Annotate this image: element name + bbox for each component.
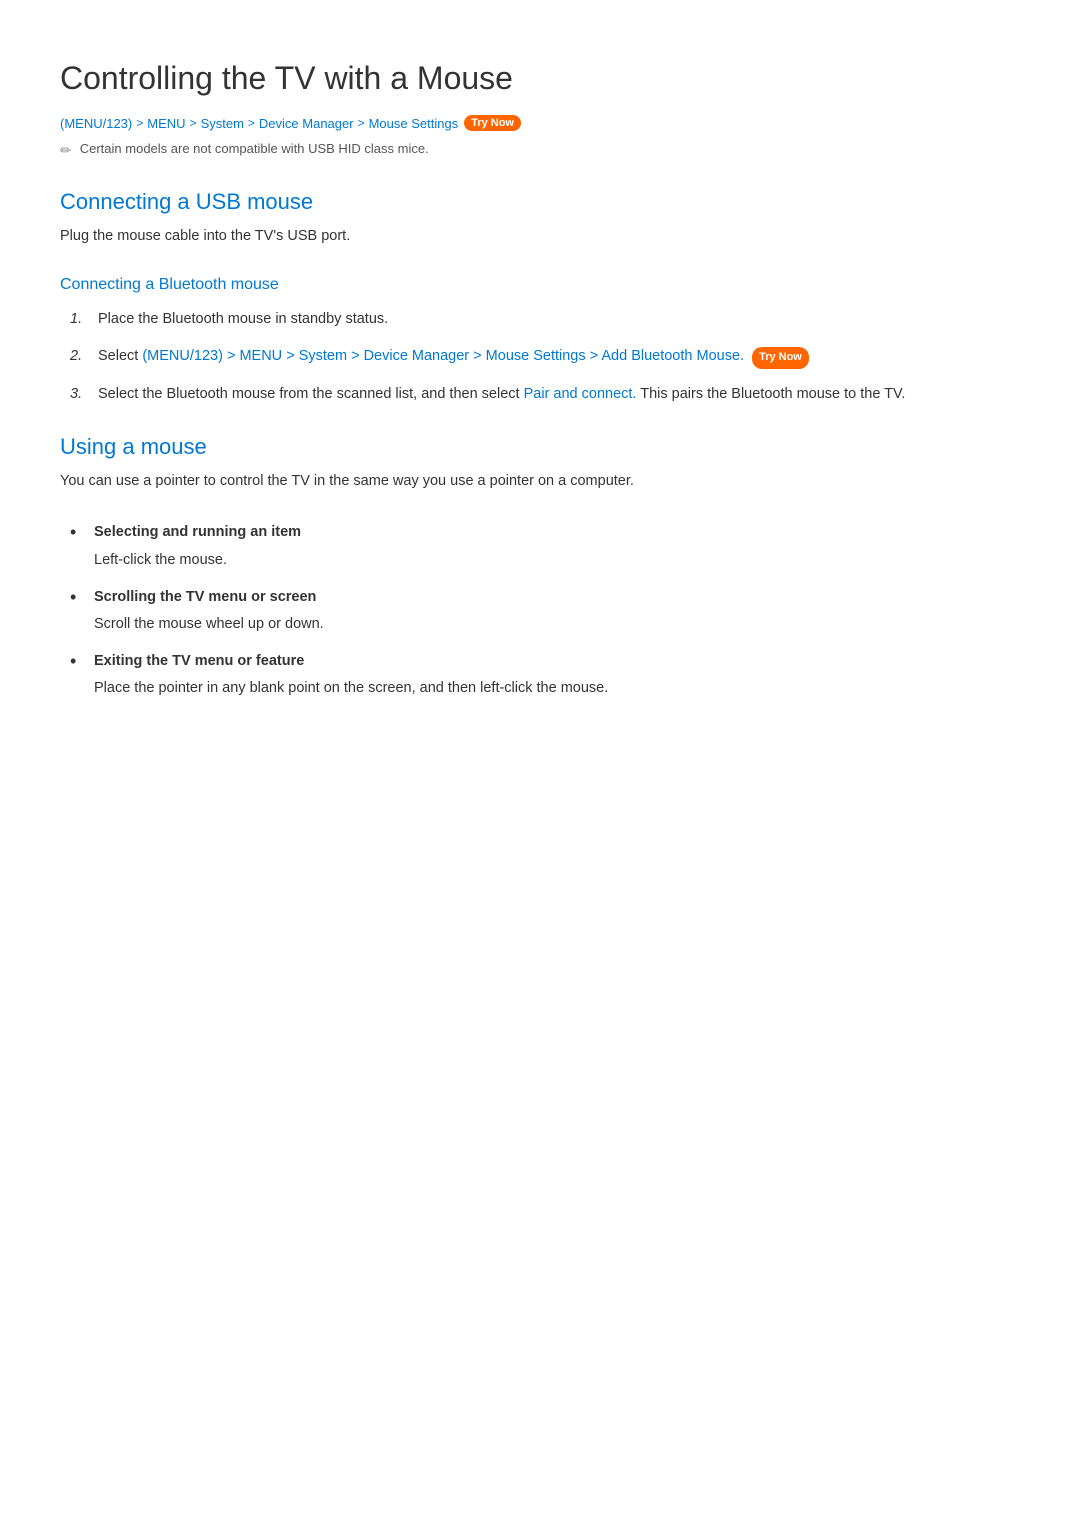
step-2-menu123: (MENU/123)	[142, 348, 223, 364]
step-3-content: Select the Bluetooth mouse from the scan…	[98, 383, 905, 406]
step-2-menu: MENU	[239, 348, 282, 364]
step-2-device-manager: Device Manager	[364, 348, 470, 364]
step-2-sep4: >	[473, 348, 486, 364]
step-2-sep2: >	[286, 348, 299, 364]
step-3-pair-connect: Pair and connect.	[524, 386, 637, 402]
breadcrumb-sep2: >	[190, 116, 197, 130]
step-number-2: 2.	[70, 345, 88, 368]
breadcrumb-menu123: (MENU/123)	[60, 116, 132, 131]
using-bullet-3-bold: Exiting the TV menu or feature	[94, 650, 608, 673]
step-number-3: 3.	[70, 383, 88, 406]
step-3-suffix: This pairs the Bluetooth mouse to the TV…	[636, 386, 905, 402]
using-bullet-1-text: Left-click the mouse.	[94, 549, 301, 572]
usb-section-body: Plug the mouse cable into the TV's USB p…	[60, 225, 1020, 248]
usb-section-title: Connecting a USB mouse	[60, 189, 1020, 215]
note-line: ✏ Certain models are not compatible with…	[60, 141, 1020, 159]
note-text: Certain models are not compatible with U…	[80, 141, 429, 156]
step-number-1: 1.	[70, 308, 88, 331]
using-bullets-list: • Selecting and running an item Left-cli…	[60, 521, 1020, 700]
try-now-badge[interactable]: Try Now	[464, 115, 521, 131]
using-section-title: Using a mouse	[60, 434, 1020, 460]
step-2-add-bluetooth: Add Bluetooth Mouse.	[601, 348, 744, 364]
pencil-icon: ✏	[60, 142, 72, 159]
bluetooth-section-title: Connecting a Bluetooth mouse	[60, 276, 1020, 294]
bluetooth-steps-list: 1. Place the Bluetooth mouse in standby …	[60, 308, 1020, 406]
step-2-system: System	[299, 348, 347, 364]
breadcrumb-menu: MENU	[147, 116, 185, 131]
page-title: Controlling the TV with a Mouse	[60, 60, 1020, 97]
using-bullet-1-bold: Selecting and running an item	[94, 521, 301, 544]
step-2-content: Select (MENU/123) > MENU > System > Devi…	[98, 345, 809, 369]
using-bullet-3: • Exiting the TV menu or feature Place t…	[70, 650, 1020, 700]
breadcrumb: (MENU/123) > MENU > System > Device Mana…	[60, 115, 1020, 131]
breadcrumb-sep3: >	[248, 116, 255, 130]
bluetooth-step-1: 1. Place the Bluetooth mouse in standby …	[70, 308, 1020, 331]
step-3-prefix: Select the Bluetooth mouse from the scan…	[98, 386, 524, 402]
step-2-prefix: Select	[98, 348, 142, 364]
step-2-sep1: >	[227, 348, 240, 364]
step-2-mouse-settings: Mouse Settings	[486, 348, 586, 364]
using-bullet-2-text: Scroll the mouse wheel up or down.	[94, 613, 324, 636]
breadcrumb-sep4: >	[358, 116, 365, 130]
using-bullet-1: • Selecting and running an item Left-cli…	[70, 521, 1020, 571]
bullet-icon-1: •	[70, 521, 84, 544]
using-bullet-1-content: Selecting and running an item Left-click…	[94, 521, 301, 571]
using-bullet-3-text: Place the pointer in any blank point on …	[94, 677, 608, 700]
breadcrumb-mouse-settings: Mouse Settings	[369, 116, 459, 131]
breadcrumb-device-manager: Device Manager	[259, 116, 354, 131]
step-1-text: Place the Bluetooth mouse in standby sta…	[98, 308, 388, 331]
using-bullet-2: • Scrolling the TV menu or screen Scroll…	[70, 586, 1020, 636]
step-2-sep5: >	[590, 348, 602, 364]
using-bullet-2-content: Scrolling the TV menu or screen Scroll t…	[94, 586, 324, 636]
try-now-badge-step2[interactable]: Try Now	[752, 347, 809, 369]
bluetooth-step-2: 2. Select (MENU/123) > MENU > System > D…	[70, 345, 1020, 369]
using-section-intro: You can use a pointer to control the TV …	[60, 470, 1020, 493]
using-bullet-3-content: Exiting the TV menu or feature Place the…	[94, 650, 608, 700]
bullet-icon-2: •	[70, 586, 84, 609]
breadcrumb-sep1: >	[136, 116, 143, 130]
bluetooth-step-3: 3. Select the Bluetooth mouse from the s…	[70, 383, 1020, 406]
using-bullet-2-bold: Scrolling the TV menu or screen	[94, 586, 324, 609]
step-2-sep3: >	[351, 348, 364, 364]
bullet-icon-3: •	[70, 650, 84, 673]
breadcrumb-system: System	[201, 116, 244, 131]
